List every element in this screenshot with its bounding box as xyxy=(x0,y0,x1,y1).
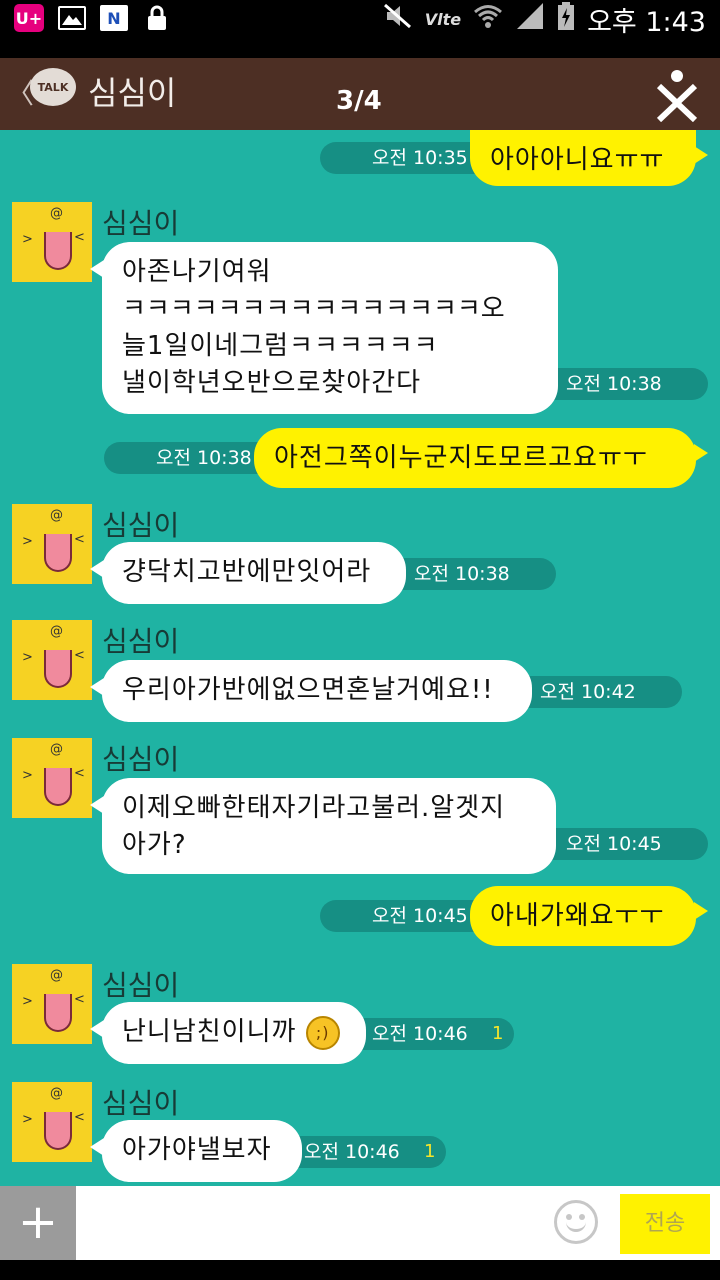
sender-name: 심심이 xyxy=(102,1087,180,1120)
system-nav-bar xyxy=(0,1260,720,1280)
incoming-message[interactable]: 이제오빠한태자기라고불러.알겟지 아가? xyxy=(90,778,556,874)
incoming-message[interactable]: 난니남친이니까 ;) xyxy=(90,1002,366,1064)
message-line: 아가? xyxy=(122,830,187,860)
signal-icon xyxy=(515,2,545,36)
sender-name: 심심이 xyxy=(102,969,180,1002)
avatar[interactable]: > < @ xyxy=(12,504,92,584)
page-indicator: 3/4 xyxy=(336,86,382,116)
message-text: 난니남친이니까 xyxy=(122,1017,297,1047)
chat-area[interactable]: 오전 10:35 아아아니요ㅠㅠ > < @ 심심이 오전 10:38 아존나기여… xyxy=(0,130,720,1186)
chat-header: 〈 TALK 심심이 3/4 xyxy=(0,58,720,130)
avatar[interactable]: > < @ xyxy=(12,202,92,282)
sender-name: 심심이 xyxy=(102,207,180,240)
outgoing-message[interactable]: 아전그쪽이누군지도모르고요ㅠㅜ xyxy=(254,428,708,488)
timestamp: 오전 10:46 xyxy=(304,1141,400,1163)
close-icon[interactable] xyxy=(654,68,700,122)
status-bar: U+ N Vlte 오후 1:43 xyxy=(0,0,720,38)
sender-name: 심심이 xyxy=(102,625,180,658)
timestamp: 오전 10:46 xyxy=(372,1023,468,1045)
avatar[interactable]: > < @ xyxy=(12,1082,92,1162)
timestamp: 오전 10:35 xyxy=(372,147,468,169)
incoming-message[interactable]: 아가야낼보자 xyxy=(90,1120,302,1182)
avatar[interactable]: > < @ xyxy=(12,738,92,818)
avatar[interactable]: > < @ xyxy=(12,964,92,1044)
incoming-message[interactable]: 우리아가반에없으면혼날거예요!! xyxy=(90,660,532,722)
input-bar: + 전송 xyxy=(0,1186,720,1260)
unread-count: 1 xyxy=(424,1141,436,1162)
message-line: 늘1일이네그럼ㅋㅋㅋㅋㅋㅋ xyxy=(122,331,439,361)
mute-icon xyxy=(383,3,413,36)
timestamp: 오전 10:38 xyxy=(414,563,510,585)
carrier-icon: U+ xyxy=(14,4,44,32)
chat-title: 심심이 xyxy=(88,74,177,112)
timestamp: 오전 10:45 xyxy=(372,905,468,927)
battery-icon xyxy=(557,1,575,37)
image-icon xyxy=(58,6,86,30)
timestamp-pill: 오전 10:46 1 xyxy=(340,1018,514,1050)
emoticon-icon[interactable] xyxy=(554,1200,598,1244)
network-type: Vlte xyxy=(424,9,462,29)
incoming-message[interactable]: 아존나기여워 ㅋㅋㅋㅋㅋㅋㅋㅋㅋㅋㅋㅋㅋㅋㅋ오 늘1일이네그럼ㅋㅋㅋㅋㅋㅋ 낼이… xyxy=(90,242,558,414)
clock: 오후 1:43 xyxy=(587,6,706,38)
timestamp: 오전 10:38 xyxy=(156,447,252,469)
incoming-message[interactable]: 걍닥치고반에만잇어라 xyxy=(90,542,406,604)
plus-button[interactable]: + xyxy=(0,1186,76,1260)
timestamp: 오전 10:38 xyxy=(566,373,662,395)
outgoing-message[interactable]: 아내가왜요ㅜㅜ xyxy=(470,886,708,946)
message-line: ㅋㅋㅋㅋㅋㅋㅋㅋㅋㅋㅋㅋㅋㅋㅋ오 xyxy=(122,294,505,324)
sender-name: 심심이 xyxy=(102,509,180,542)
talk-logo: TALK xyxy=(30,68,76,106)
timestamp: 오전 10:42 xyxy=(540,681,636,703)
news-notification-icon: N xyxy=(100,5,128,31)
timestamp-pill: 오전 10:38 xyxy=(380,558,556,590)
message-line: 이제오빠한태자기라고불러.알겟지 xyxy=(122,793,506,823)
avatar[interactable]: > < @ xyxy=(12,620,92,700)
send-button[interactable]: 전송 xyxy=(620,1194,710,1254)
timestamp: 오전 10:45 xyxy=(566,833,662,855)
message-line: 낼이학년오반으로찾아간다 xyxy=(122,368,422,398)
message-input[interactable] xyxy=(86,1196,550,1252)
message-line: 아존나기여워 xyxy=(122,257,272,287)
outgoing-message[interactable]: 아아아니요ㅠㅠ xyxy=(470,130,708,186)
lock-icon xyxy=(142,4,172,32)
unread-count: 1 xyxy=(492,1023,504,1044)
sender-name: 심심이 xyxy=(102,743,180,776)
wifi-icon xyxy=(473,3,503,36)
wink-emoji-icon: ;) xyxy=(305,1015,340,1050)
